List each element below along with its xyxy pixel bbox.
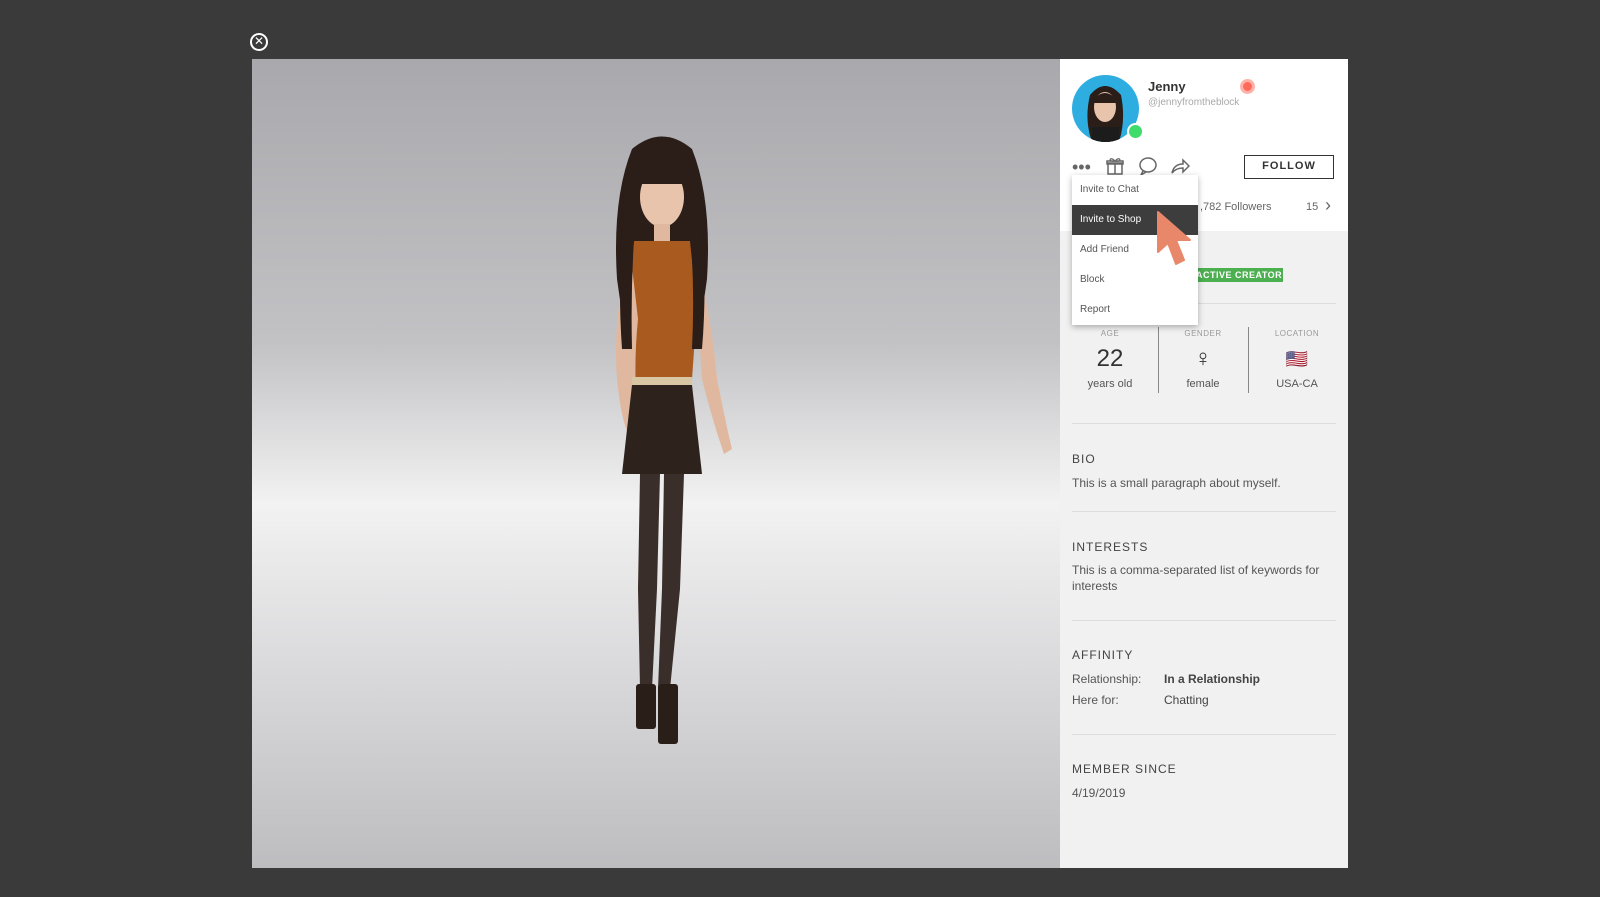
divider [1248, 327, 1249, 393]
follow-button[interactable]: FOLLOW [1244, 155, 1334, 179]
more-options-icon[interactable]: ••• [1072, 157, 1091, 177]
avatar-3d-figure [615, 136, 732, 744]
profile-name: Jenny [1148, 79, 1186, 94]
divider [1072, 620, 1336, 621]
interests-text: This is a comma-separated list of keywor… [1072, 563, 1320, 593]
divider [1072, 734, 1336, 735]
location-label: LOCATION [1274, 329, 1320, 338]
female-icon: ♀ [1194, 345, 1212, 372]
age-info: AGE 22 years old [1065, 329, 1155, 390]
menu-item-invite-chat[interactable]: Invite to Chat [1072, 175, 1198, 205]
chevron-right-icon[interactable]: › [1325, 195, 1331, 216]
bio-title: BIO [1072, 452, 1096, 466]
avatar-viewer[interactable] [252, 59, 1060, 868]
herefor-value: Chatting [1164, 693, 1209, 707]
relationship-value: In a Relationship [1164, 672, 1261, 686]
relationship-key: Relationship: [1072, 672, 1142, 686]
bio-text: This is a small paragraph about myself. [1072, 476, 1281, 490]
close-icon[interactable]: ✕ [250, 33, 268, 51]
gender-sub: female [1186, 378, 1220, 390]
age-sub: years old [1087, 378, 1133, 390]
age-label: AGE [1100, 329, 1120, 338]
menu-item-report[interactable]: Report [1072, 295, 1198, 325]
age-value: 22 [1096, 345, 1124, 372]
us-flag-icon: 🇺🇸 [1285, 349, 1309, 369]
member-since-title: MEMBER SINCE [1072, 762, 1177, 776]
gender-label: GENDER [1184, 329, 1222, 338]
divider [1072, 511, 1336, 512]
active-creator-badge: ACTIVE CREATOR [1194, 268, 1283, 282]
affinity-title: AFFINITY [1072, 648, 1134, 662]
gender-info: GENDER ♀ female [1158, 329, 1248, 390]
online-status-dot [1127, 123, 1144, 140]
location-sub: USA-CA [1276, 378, 1318, 390]
vip-badge-icon [1240, 79, 1255, 94]
mouse-cursor-icon [1157, 211, 1191, 265]
location-info: LOCATION 🇺🇸 USA-CA [1252, 329, 1342, 390]
divider [1072, 423, 1336, 424]
interests-title: INTERESTS [1072, 540, 1149, 554]
profile-handle: @jennyfromtheblock [1148, 97, 1240, 108]
herefor-key: Here for: [1072, 693, 1119, 707]
followers-count[interactable]: ,782 Followers [1200, 201, 1272, 213]
following-count[interactable]: 15 [1306, 201, 1318, 213]
member-since-date: 4/19/2019 [1072, 786, 1126, 800]
